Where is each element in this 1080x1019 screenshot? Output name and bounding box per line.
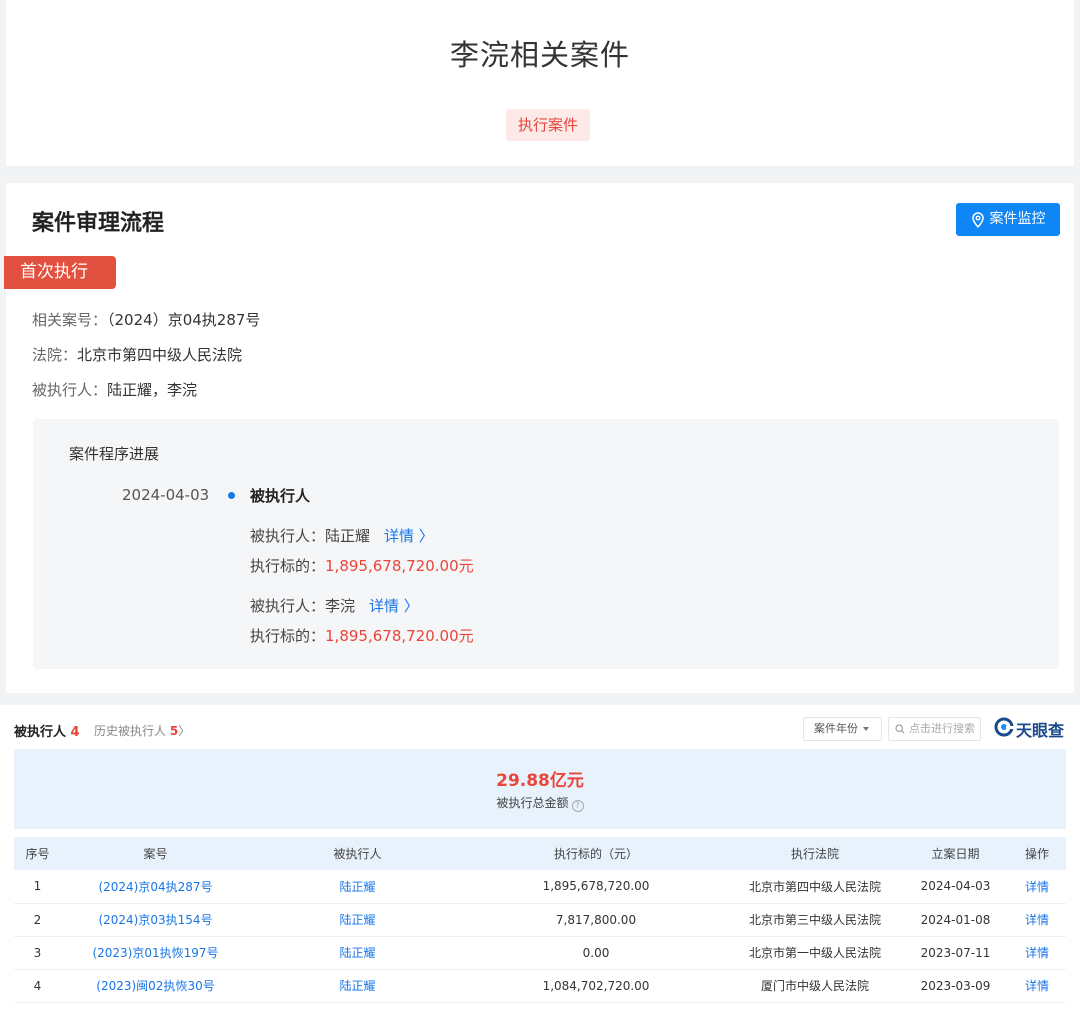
entry-person-label: 被执行人： <box>250 597 326 615</box>
header-card: 李浣相关案件 执行案件 <box>6 0 1074 166</box>
progress-date: 2024-04-03 <box>122 486 210 504</box>
court-line: 法院：北京市第四中级人民法院 <box>32 344 242 365</box>
table-row: 1 (2024)京04执287号 陆正耀 1,895,678,720.00 北京… <box>14 870 1066 904</box>
cell-case-no-link[interactable]: (2023)京01执恢197号 <box>61 936 250 970</box>
col-header-court: 执行法院 <box>727 837 903 870</box>
process-card: 案件审理流程 案件监控 首次执行 相关案号：（2024）京04执287号 法院：… <box>4 183 1074 693</box>
case-year-label: 案件年份 <box>814 722 858 735</box>
cell-executed-link[interactable]: 陆正耀 <box>250 969 465 1003</box>
timeline-dot <box>228 492 235 499</box>
col-header-action: 操作 <box>1008 837 1066 870</box>
cell-case-no-link[interactable]: (2024)京03执154号 <box>61 903 250 937</box>
cell-index: 1 <box>14 870 61 904</box>
progress-box: 案件程序进展 2024-04-03 被执行人 被执行人：陆正耀 详情 〉 执行标的… <box>33 419 1059 669</box>
cell-detail-link[interactable]: 详情 <box>1008 969 1066 1003</box>
entry-person-name: 李浣 <box>325 597 356 615</box>
table-row: 4 (2023)闽02执恢30号 陆正耀 1,084,702,720.00 厦门… <box>14 969 1066 1003</box>
cell-index: 4 <box>14 969 61 1003</box>
chevron-down-icon <box>863 727 869 731</box>
entry-amount-label: 执行标的： <box>250 557 326 575</box>
tab-execution-cases[interactable]: 执行案件 <box>506 109 590 141</box>
cell-court: 北京市第一中级人民法院 <box>727 936 903 970</box>
progress-title: 案件程序进展 <box>69 445 160 463</box>
case-number-label: 相关案号： <box>32 311 108 329</box>
entry-2-amount: 执行标的：1,895,678,720.00元 <box>250 625 474 646</box>
court-value: 北京市第四中级人民法院 <box>77 346 243 364</box>
table-row: 3 (2023)京01执恢197号 陆正耀 0.00 北京市第一中级人民法院 2… <box>14 936 1066 970</box>
tab-history-count: 5 <box>169 724 179 738</box>
cell-detail-link[interactable]: 详情 <box>1008 903 1066 937</box>
cell-date: 2023-07-11 <box>903 936 1008 970</box>
case-number-value: （2024）京04执287号 <box>107 311 261 329</box>
location-pin-icon <box>971 211 985 228</box>
cell-index: 2 <box>14 903 61 937</box>
cell-court: 北京市第三中级人民法院 <box>727 903 903 937</box>
executed-label: 被执行人： <box>32 381 108 399</box>
tab-history-label: 历史被执行人 <box>94 724 167 738</box>
stage-badge: 首次执行 <box>4 256 116 289</box>
entry-1-amount: 执行标的：1,895,678,720.00元 <box>250 555 474 576</box>
detail-link[interactable]: 详情 〉 <box>384 527 434 545</box>
chevron-right-icon: 〉 <box>178 724 191 738</box>
case-monitor-label: 案件监控 <box>989 211 1046 227</box>
total-amount-value: 29.88亿元 <box>496 771 584 791</box>
cases-table: 序号 案号 被执行人 执行标的（元） 执行法院 立案日期 操作 1 (2024)… <box>14 837 1066 1003</box>
entry-amount-value: 1,895,678,720.00元 <box>325 557 474 575</box>
table-row: 2 (2024)京03执154号 陆正耀 7,817,800.00 北京市第三中… <box>14 903 1066 937</box>
cell-date: 2024-01-08 <box>903 903 1008 937</box>
cell-amount: 0.00 <box>465 936 727 970</box>
total-amount-summary: 29.88亿元 被执行总金额? <box>14 749 1066 829</box>
case-year-select[interactable]: 案件年份 <box>803 717 882 741</box>
logo-icon <box>994 717 1014 741</box>
cell-detail-link[interactable]: 详情 <box>1008 936 1066 970</box>
tab-executed-persons[interactable]: 被执行人 4 <box>14 721 80 740</box>
cell-case-no-link[interactable]: (2023)闽02执恢30号 <box>61 969 250 1003</box>
cell-amount: 7,817,800.00 <box>465 903 727 937</box>
table-header-row: 序号 案号 被执行人 执行标的（元） 执行法院 立案日期 操作 <box>14 837 1066 870</box>
cell-date: 2023-03-09 <box>903 969 1008 1003</box>
cell-case-no-link[interactable]: (2024)京04执287号 <box>61 870 250 904</box>
tab-executed-count: 4 <box>70 725 80 740</box>
section-title: 案件审理流程 <box>32 211 165 236</box>
total-amount-label-line: 被执行总金额? <box>14 794 1066 812</box>
page-title: 李浣相关案件 <box>449 38 630 72</box>
executed-line: 被执行人：陆正耀，李浣 <box>32 379 197 400</box>
entry-amount-value: 1,895,678,720.00元 <box>325 627 474 645</box>
search-placeholder: 点击进行搜索 <box>909 722 975 735</box>
case-monitor-button[interactable]: 案件监控 <box>956 203 1060 236</box>
case-number-line: 相关案号：（2024）京04执287号 <box>32 309 260 330</box>
tab-history-executed[interactable]: 历史被执行人 5〉 <box>94 722 190 739</box>
col-header-date: 立案日期 <box>903 837 1008 870</box>
entry-1-person: 被执行人：陆正耀 详情 〉 <box>250 525 434 546</box>
tab-executed-label: 被执行人 <box>14 725 67 740</box>
executed-persons-panel: 被执行人 4 历史被执行人 5〉 案件年份 点击进行搜索 天眼查 29.88亿元… <box>0 705 1080 1019</box>
tianyancha-logo: 天眼查 <box>994 717 1064 741</box>
search-input[interactable]: 点击进行搜索 <box>888 717 981 741</box>
cell-court: 北京市第四中级人民法院 <box>727 870 903 904</box>
col-header-amount: 执行标的（元） <box>465 837 727 870</box>
col-header-case-no: 案号 <box>61 837 250 870</box>
entry-2-person: 被执行人：李浣 详情 〉 <box>250 595 419 616</box>
total-amount-label: 被执行总金额 <box>496 796 569 810</box>
col-header-index: 序号 <box>14 837 61 870</box>
logo-text: 天眼查 <box>1016 721 1065 740</box>
cell-detail-link[interactable]: 详情 <box>1008 870 1066 904</box>
cell-executed-link[interactable]: 陆正耀 <box>250 903 465 937</box>
court-label: 法院： <box>32 346 78 364</box>
cell-amount: 1,084,702,720.00 <box>465 969 727 1003</box>
cell-executed-link[interactable]: 陆正耀 <box>250 936 465 970</box>
col-header-executed: 被执行人 <box>250 837 465 870</box>
entry-person-label: 被执行人： <box>250 527 326 545</box>
detail-link[interactable]: 详情 〉 <box>369 597 419 615</box>
entry-amount-label: 执行标的： <box>250 627 326 645</box>
progress-event: 被执行人 <box>250 487 311 505</box>
help-icon[interactable]: ? <box>571 800 584 812</box>
executed-value: 陆正耀，李浣 <box>107 381 198 399</box>
cell-index: 3 <box>14 936 61 970</box>
entry-person-name: 陆正耀 <box>325 527 371 545</box>
cell-amount: 1,895,678,720.00 <box>465 870 727 904</box>
cell-executed-link[interactable]: 陆正耀 <box>250 870 465 904</box>
cell-date: 2024-04-03 <box>903 870 1008 904</box>
cell-court: 厦门市中级人民法院 <box>727 969 903 1003</box>
